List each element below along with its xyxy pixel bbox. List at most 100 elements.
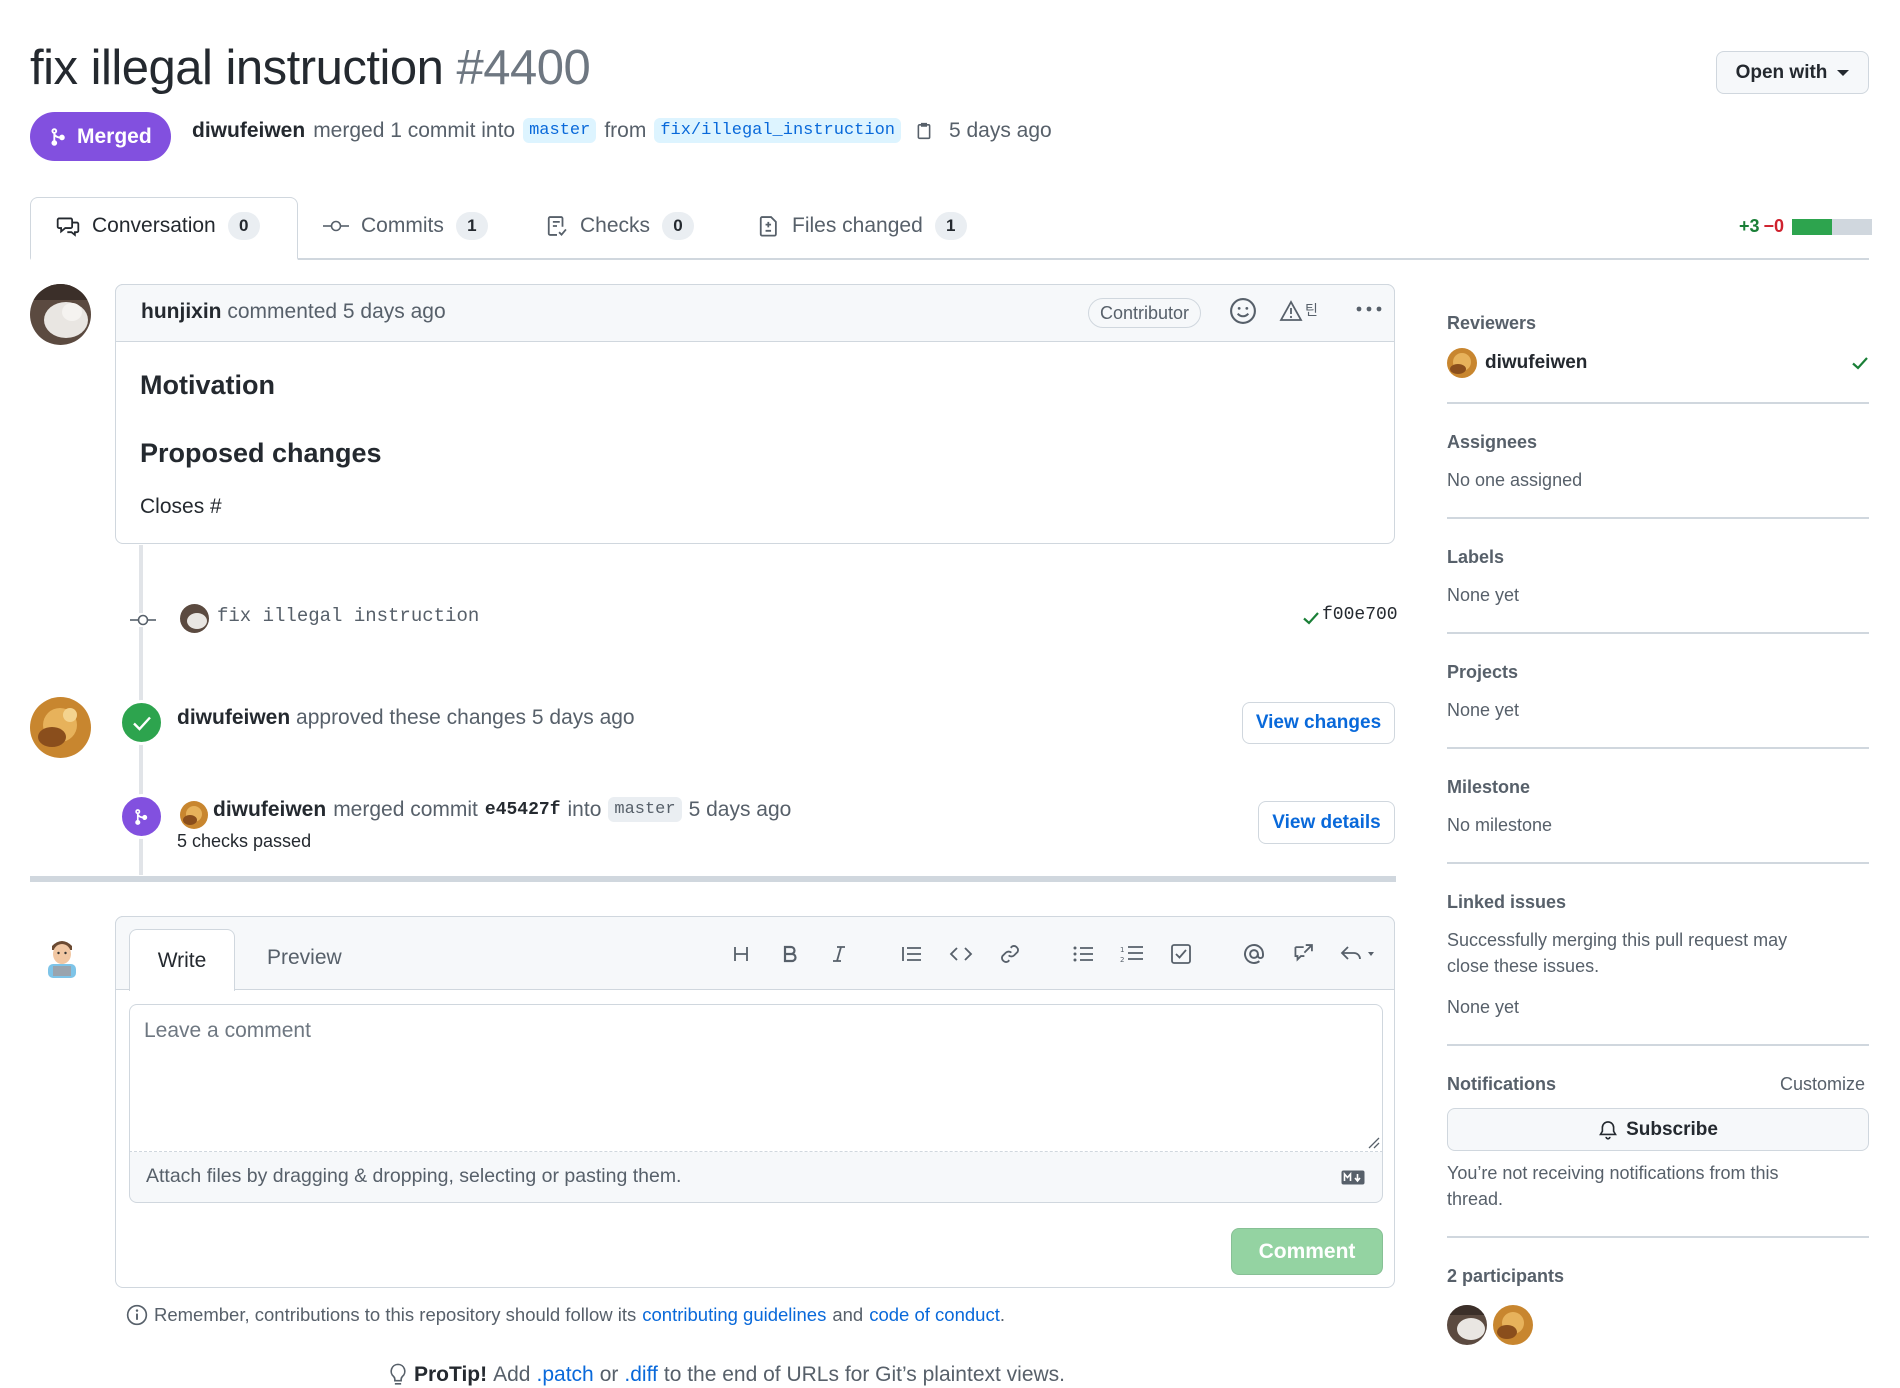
smiley-icon[interactable] [1229, 297, 1257, 325]
chevron-down-icon [1837, 69, 1850, 76]
head-branch-label[interactable]: fix/illegal_instruction [654, 118, 901, 143]
mention-icon[interactable] [1238, 938, 1270, 970]
review-approved-check-icon [1851, 355, 1869, 371]
pr-title-text: fix illegal instruction [30, 41, 444, 95]
quote-icon[interactable] [896, 938, 928, 970]
labels-heading[interactable]: Labels [1447, 547, 1504, 568]
sidebar-divider [1447, 862, 1869, 864]
base-branch-label[interactable]: master [523, 118, 597, 143]
approved-check-icon [119, 700, 164, 745]
pr-time: 5 days ago [948, 118, 1052, 142]
linked-issues-heading[interactable]: Linked issues [1447, 892, 1566, 913]
comment-submit-button[interactable]: Comment [1231, 1228, 1383, 1275]
diffstat-deletions: −0 [1763, 216, 1785, 236]
tab-files-changed[interactable]: Files changed 1 [758, 212, 967, 240]
avatar-diwufeiwen[interactable] [30, 697, 91, 758]
bold-icon[interactable] [774, 938, 806, 970]
tab-commits[interactable]: Commits 1 [323, 212, 488, 240]
assignees-heading[interactable]: Assignees [1447, 432, 1537, 453]
avatar-commit-author[interactable] [180, 604, 209, 633]
customize-link[interactable]: Customize [1780, 1074, 1865, 1095]
participant-avatar-diwufeiwen[interactable] [1493, 1305, 1533, 1345]
avatar-merger[interactable] [180, 801, 208, 829]
merge-author-link[interactable]: diwufeiwen [213, 798, 326, 822]
sidebar-divider [1447, 747, 1869, 749]
diffstat-bar [1792, 218, 1873, 235]
diffstat: +3 −0 [1739, 216, 1873, 237]
svg-text:틴: 틴 [1305, 303, 1318, 319]
comment-textarea[interactable]: Leave a comment [129, 1004, 1383, 1152]
patch-link[interactable]: .patch [537, 1363, 594, 1387]
protip-rest: to the end of URLs for Git’s plaintext v… [663, 1363, 1066, 1386]
ordered-list-icon[interactable]: 12 [1116, 938, 1148, 970]
merged-status-label: Merged [77, 124, 152, 148]
participants-heading: 2 participants [1447, 1266, 1565, 1286]
contributing-guidelines-link[interactable]: contributing guidelines [642, 1304, 826, 1326]
sidebar-divider [1447, 517, 1869, 519]
git-commit-icon [130, 613, 156, 627]
git-merge-icon [51, 127, 65, 146]
view-details-button[interactable]: View details [1258, 801, 1395, 844]
merge-event-text: diwufeiwen merged commit e45427f into ma… [213, 797, 791, 822]
tab-commits-count: 1 [455, 212, 488, 240]
resize-handle-icon[interactable] [1366, 1135, 1380, 1149]
svg-text:2: 2 [1120, 956, 1124, 964]
diffstat-bar-neutral [1832, 218, 1873, 235]
preview-tab[interactable]: Preview [267, 946, 342, 970]
participant-avatar-hunjixin[interactable] [1447, 1305, 1487, 1345]
checks-passed-link[interactable]: 5 checks passed [177, 831, 311, 852]
subscribe-button[interactable]: Subscribe [1447, 1108, 1869, 1151]
projects-heading[interactable]: Projects [1447, 662, 1518, 683]
diffstat-bar-added [1792, 218, 1833, 235]
tasklist-icon[interactable] [1165, 938, 1197, 970]
reply-icon[interactable] [1336, 938, 1384, 970]
italic-icon[interactable] [823, 938, 855, 970]
comment-author-link[interactable]: hunjixin [141, 300, 222, 323]
cross-reference-icon[interactable] [1287, 938, 1319, 970]
unordered-list-icon[interactable] [1067, 938, 1099, 970]
open-with-label: Open with [1735, 61, 1828, 83]
open-with-button[interactable]: Open with [1716, 51, 1869, 94]
link-icon[interactable] [994, 938, 1026, 970]
view-changes-button[interactable]: View changes [1242, 702, 1395, 744]
markdown-icon[interactable] [1341, 1170, 1365, 1185]
merge-time: 5 days ago [688, 797, 792, 821]
reminder-period: . [999, 1304, 1005, 1325]
milestone-heading[interactable]: Milestone [1447, 777, 1530, 798]
merge-commit-sha-link[interactable]: e45427f [485, 800, 561, 820]
notifications-desc-line1: You’re not receiving notifications from … [1447, 1163, 1779, 1183]
protip-label: ProTip! [414, 1363, 488, 1386]
tab-conversation[interactable]: Conversation 0 [56, 212, 260, 240]
review-author-link[interactable]: diwufeiwen [177, 706, 290, 729]
git-commit-icon [323, 220, 349, 232]
reminder-text: Remember, contributions to this reposito… [154, 1304, 637, 1325]
kebab-horizontal-icon[interactable] [1355, 304, 1383, 314]
reviewers-heading[interactable]: Reviewers [1447, 313, 1536, 334]
comment-heading-proposed-changes: Proposed changes [140, 438, 382, 468]
heading-icon[interactable] [725, 938, 757, 970]
code-icon[interactable] [945, 938, 977, 970]
tab-files-changed-label: Files changed [792, 214, 923, 237]
commit-sha-link[interactable]: f00e700 [1322, 605, 1398, 625]
linked-issues-desc-line1: Successfully merging this pull request m… [1447, 930, 1788, 950]
reviewer-name-link[interactable]: diwufeiwen [1485, 352, 1587, 374]
copilot-warning-icon[interactable]: 틴 [1279, 298, 1323, 324]
tab-conversation-label: Conversation [92, 214, 216, 237]
tab-files-changed-count: 1 [934, 212, 967, 240]
write-tab[interactable]: Write [129, 929, 235, 991]
merge-branch-label[interactable]: master [608, 797, 682, 822]
check-icon[interactable] [1302, 610, 1320, 626]
contribution-reminder: Remember, contributions to this reposito… [126, 1304, 1005, 1326]
comment-heading-motivation: Motivation [140, 370, 275, 400]
notifications-heading: Notifications [1447, 1074, 1557, 1094]
copy-icon[interactable] [915, 120, 933, 142]
diff-link[interactable]: .diff [624, 1363, 657, 1387]
avatar-hunjixin[interactable] [30, 284, 91, 345]
tab-checks[interactable]: Checks 0 [546, 212, 695, 240]
reviewer-avatar[interactable] [1447, 348, 1477, 378]
code-of-conduct-link[interactable]: code of conduct [869, 1304, 1000, 1326]
info-icon [126, 1304, 148, 1326]
linked-issues-desc-line2: close these issues. [1447, 956, 1600, 976]
pr-author-link[interactable]: diwufeiwen [192, 119, 305, 143]
commit-message-link[interactable]: fix illegal instruction [217, 605, 479, 627]
